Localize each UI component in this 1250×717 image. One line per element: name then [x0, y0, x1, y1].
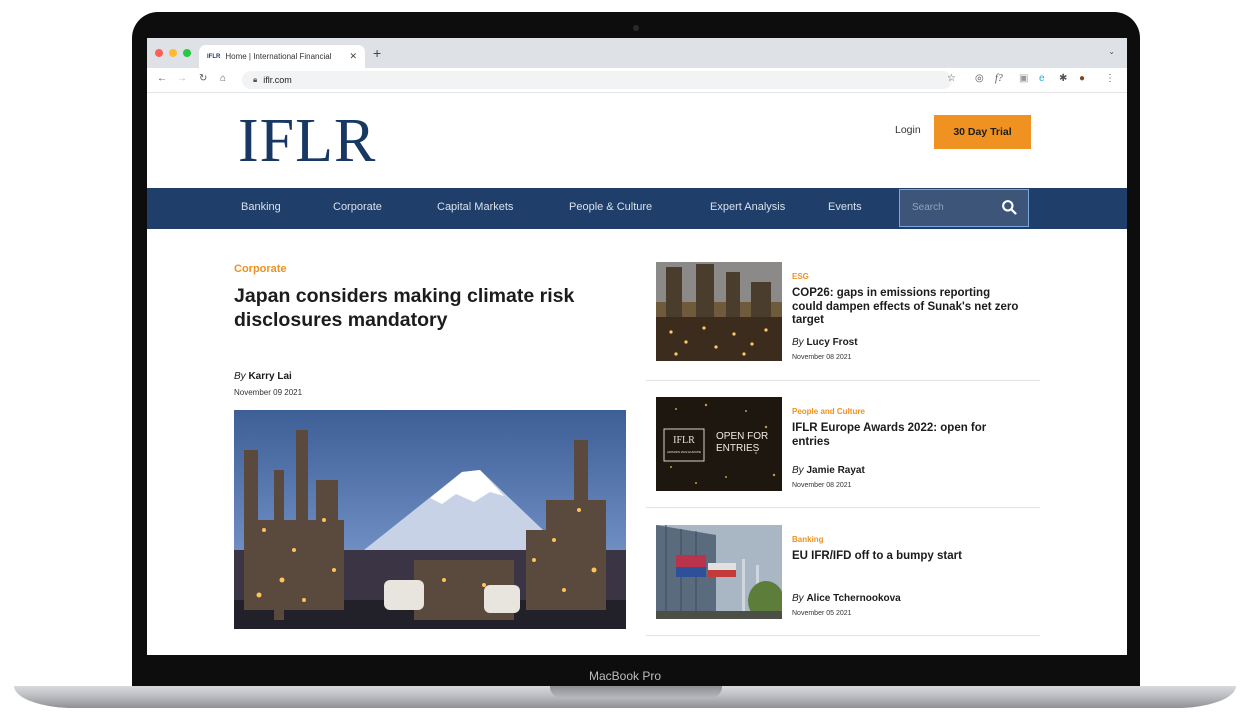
byline-prefix: By [792, 465, 804, 476]
divider [646, 507, 1040, 508]
tab-search-chevron-icon[interactable]: ⌄ [1108, 47, 1115, 56]
address-bar-row: ← → ↻ ⌂ 🔒︎ iflr.com ☆ ◎ f? ▣ e ✱ ● ⋮ [147, 68, 1127, 93]
search-icon[interactable] [1001, 199, 1018, 216]
side-article-byline: By Alice Tchernookova [792, 593, 901, 604]
thumb-line2: ENTRIES [716, 443, 760, 454]
byline-prefix: By [234, 371, 246, 382]
menu-dots-icon[interactable]: ⋮ [1105, 73, 1115, 84]
nav-expert-analysis[interactable]: Expert Analysis [710, 201, 785, 213]
camera [633, 25, 639, 31]
side-article-date: November 05 2021 [792, 610, 852, 617]
side-article-title[interactable]: EU IFR/IFD off to a bumpy start [792, 550, 1022, 564]
divider [646, 380, 1040, 381]
window-controls [155, 49, 191, 57]
side-article-category[interactable]: ESG [792, 272, 809, 281]
edge-extension-icon[interactable]: e [1039, 73, 1045, 84]
byline-prefix: By [792, 337, 804, 348]
device-label: MacBook Pro [588, 669, 662, 683]
side-article-category[interactable]: Banking [792, 535, 824, 544]
main-article-image[interactable] [234, 410, 626, 629]
side-article-byline: By Jamie Rayat [792, 465, 865, 476]
side-article-card[interactable]: ESG COP26: gaps in emissions reporting c… [646, 262, 1040, 394]
lock-icon: 🔒︎ [253, 75, 258, 84]
nav-events[interactable]: Events [828, 201, 862, 213]
nav-people-culture[interactable]: People & Culture [569, 201, 652, 213]
trial-button[interactable]: 30 Day Trial [934, 115, 1031, 149]
profile-avatar-icon[interactable]: ● [1079, 73, 1085, 84]
puzzle-extensions-icon[interactable]: ✱ [1059, 73, 1067, 84]
side-article-date: November 08 2021 [792, 482, 852, 489]
close-tab-icon[interactable]: ✕ [349, 51, 357, 62]
login-link[interactable]: Login [895, 124, 921, 136]
side-article-category[interactable]: People and Culture [792, 407, 865, 416]
side-article-card[interactable]: Banking EU IFR/IFD off to a bumpy start … [646, 525, 1040, 655]
laptop-notch [550, 686, 722, 697]
main-article-category[interactable]: Corporate [234, 263, 287, 275]
side-article-byline: By Lucy Frost [792, 337, 858, 348]
back-arrow-icon[interactable]: ← [157, 73, 167, 84]
side-article-title[interactable]: COP26: gaps in emissions reporting could… [792, 287, 1022, 328]
main-article-date: November 09 2021 [234, 388, 303, 397]
nav-capital-markets[interactable]: Capital Markets [437, 201, 513, 213]
close-window-button[interactable] [155, 49, 163, 57]
article-thumbnail-awards[interactable]: IFLR AWARDS 2022 EUROPE OPEN FOR ENTRIES [656, 397, 782, 491]
tab-bar: IFLR Home | International Financial ✕ + … [147, 38, 1127, 68]
formula-extension-icon[interactable]: f? [995, 73, 1003, 84]
site-logo[interactable]: IFLR [238, 110, 376, 172]
search-input[interactable]: Search [899, 189, 1029, 227]
byline-prefix: By [792, 593, 804, 604]
nav-corporate[interactable]: Corporate [333, 201, 382, 213]
forward-arrow-icon[interactable]: → [177, 73, 187, 84]
favicon-icon: IFLR [207, 53, 221, 60]
thumb-line1: OPEN FOR [716, 431, 768, 442]
tab-title: Home | International Financial [225, 52, 332, 61]
grey-extension-icon[interactable]: ▣ [1019, 73, 1028, 84]
screen: IFLR Home | International Financial ✕ + … [147, 38, 1127, 655]
thumb-sub: AWARDS 2022 EUROPE [667, 450, 701, 454]
minimize-window-button[interactable] [169, 49, 177, 57]
main-article-title[interactable]: Japan considers making climate risk disc… [234, 284, 634, 332]
reload-icon[interactable]: ↻ [199, 73, 207, 84]
article-thumbnail-esg[interactable] [656, 262, 782, 361]
main-article-author[interactable]: Karry Lai [248, 371, 291, 382]
zoom-window-button[interactable] [183, 49, 191, 57]
camera-extension-icon[interactable]: ◎ [975, 73, 984, 84]
search-placeholder: Search [912, 202, 944, 213]
url-field[interactable]: 🔒︎ iflr.com [242, 71, 952, 89]
article-thumbnail-banking[interactable] [656, 525, 782, 619]
browser-tab[interactable]: IFLR Home | International Financial ✕ [199, 45, 365, 68]
main-article-byline: By Karry Lai [234, 371, 292, 382]
side-article-author[interactable]: Jamie Rayat [806, 465, 864, 476]
side-article-date: November 08 2021 [792, 354, 852, 361]
side-article-title[interactable]: IFLR Europe Awards 2022: open for entrie… [792, 422, 1022, 449]
thumb-logo: IFLR [673, 435, 695, 446]
divider [646, 635, 1040, 636]
home-icon[interactable]: ⌂ [220, 73, 226, 84]
bookmark-star-icon[interactable]: ☆ [947, 73, 956, 84]
side-article-author[interactable]: Lucy Frost [806, 337, 857, 348]
url-text: iflr.com [263, 75, 292, 85]
nav-banking[interactable]: Banking [241, 201, 281, 213]
side-article-author[interactable]: Alice Tchernookova [806, 593, 900, 604]
new-tab-button[interactable]: + [373, 45, 381, 61]
side-article-card[interactable]: IFLR AWARDS 2022 EUROPE OPEN FOR ENTRIES… [646, 397, 1040, 525]
